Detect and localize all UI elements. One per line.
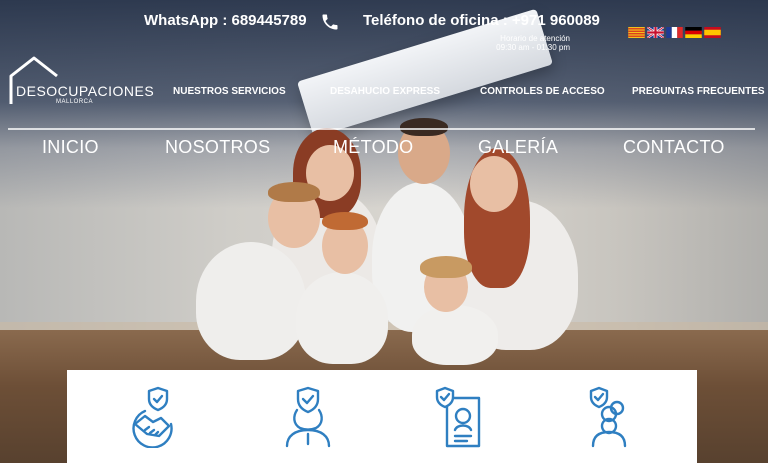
french-flag-icon[interactable] [666,27,683,38]
hours-label: Horario de atención [500,34,570,43]
nav-preguntas-frecuentes[interactable]: PREGUNTAS FRECUENTES [632,86,765,97]
nav-galeria[interactable]: GALERÍA [478,137,558,158]
german-flag-icon[interactable] [685,27,702,38]
person-shield-icon [285,386,331,448]
nav-contacto[interactable]: CONTACTO [623,137,725,158]
hours-value: 09:30 am - 01:30 pm [496,43,570,52]
logo-name[interactable]: DESOCUPACIONES [16,83,154,99]
nav-divider [8,128,755,130]
nav-inicio[interactable]: INICIO [42,137,99,158]
handshake-shield-icon [132,386,173,448]
nav-controles-de-acceso[interactable]: CONTROLES DE ACCESO [480,86,605,97]
nav-desahucio-express[interactable]: DESAHUCIO EXPRESS [330,86,440,97]
nav-metodo[interactable]: MÉTODO [333,137,413,158]
opening-hours: Horario de atención 09:30 am - 01:30 pm [480,34,570,52]
features-panel [67,370,697,463]
language-selector [628,27,721,39]
uk-flag-icon[interactable] [647,27,664,38]
coins-shield-icon [589,386,627,448]
whatsapp-link[interactable]: WhatsApp : 689445789 [144,12,307,29]
spanish-flag-icon[interactable] [704,27,721,38]
nav-nosotros[interactable]: NOSOTROS [165,137,270,158]
document-shield-icon [435,386,481,448]
logo-subtitle: MALLORCA [56,99,94,105]
nav-nuestros-servicios[interactable]: NUESTROS SERVICIOS [173,86,286,97]
catalan-flag-icon[interactable] [628,27,645,38]
phone-icon [320,12,340,32]
office-phone-link[interactable]: Teléfono de oficina : +971 960089 [363,12,600,29]
